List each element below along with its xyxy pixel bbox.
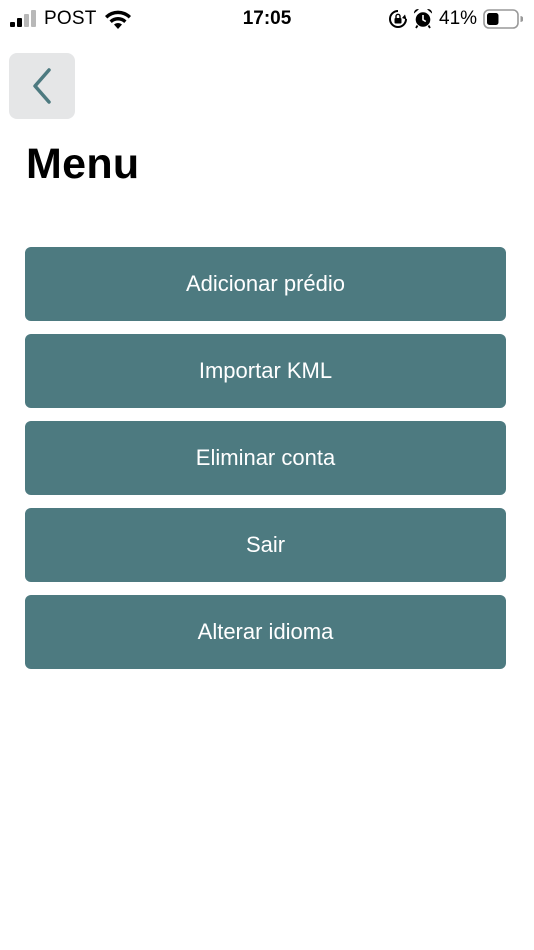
battery-percent: 41%: [439, 8, 478, 29]
menu-list: Adicionar prédio Importar KML Eliminar c…: [25, 247, 506, 682]
alarm-clock-icon: [413, 9, 433, 29]
import-kml-button[interactable]: Importar KML: [25, 334, 506, 408]
page-title: Menu: [26, 140, 140, 188]
battery-icon: [483, 9, 523, 29]
delete-account-button[interactable]: Eliminar conta: [25, 421, 506, 495]
chevron-left-icon: [33, 68, 51, 104]
logout-button[interactable]: Sair: [25, 508, 506, 582]
menu-screen: POST 17:05 41% Menu Adicionar prédio Imp…: [0, 0, 534, 950]
change-language-button[interactable]: Alterar idioma: [25, 595, 506, 669]
add-building-button[interactable]: Adicionar prédio: [25, 247, 506, 321]
status-bar: POST 17:05 41%: [0, 0, 534, 40]
rotation-lock-icon: [389, 10, 407, 28]
back-button[interactable]: [9, 53, 75, 119]
